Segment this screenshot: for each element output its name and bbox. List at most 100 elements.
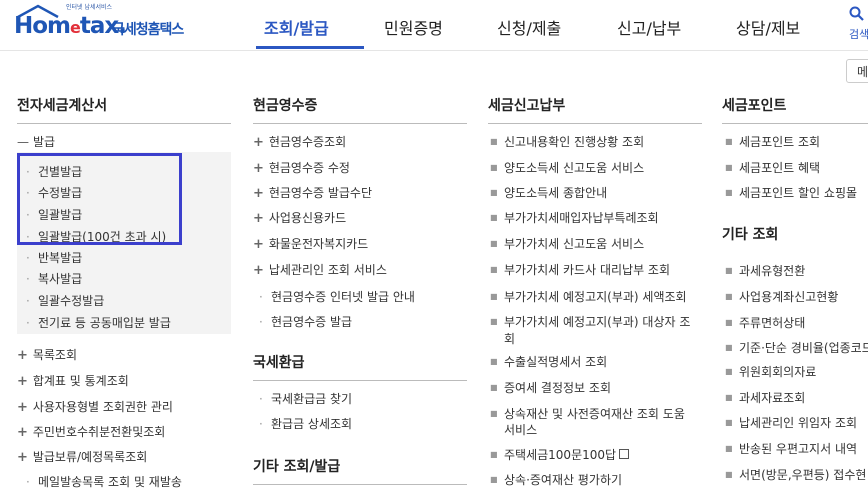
square-bullet-icon: ■ [490, 475, 498, 484]
menu-recurring-issue[interactable]: · 반복발급 [26, 249, 82, 266]
highlight-box [17, 153, 182, 245]
menu-3-3[interactable]: ■ 부가가치세매입자납부특례조회 [490, 209, 659, 226]
col-other-inquiry-issue: 기타 조회/발급 [253, 456, 467, 485]
plus-icon: + [17, 348, 28, 363]
search-button[interactable]: 검색 [845, 4, 868, 44]
menu-cash-receipt-inquiry[interactable]: + 현금영수증조회 [253, 133, 346, 150]
menu-4-0[interactable]: ■ 세금포인트 조회 [725, 133, 820, 150]
menu-4b-2[interactable]: ■ 주류면허상태 [725, 314, 805, 331]
menu-resident-number[interactable]: + 주민번호수취분전환및조회 [17, 423, 165, 440]
plus-icon: + [253, 263, 264, 278]
external-link-icon [619, 449, 630, 459]
dot-icon: · [259, 417, 263, 431]
menu-cash-receipt-edit[interactable]: + 현금영수증 수정 [253, 159, 350, 176]
col-cash-receipt: 현금영수증 [253, 95, 467, 124]
logo-brand: Hometax. [14, 13, 127, 39]
plus-icon: + [253, 186, 264, 201]
menu-online-issue-guide[interactable]: · 현금영수증 인터넷 발급 안내 [259, 288, 415, 305]
menu-user-permission[interactable]: + 사용자용형별 조회권한 관리 [17, 398, 173, 415]
menu-4b-1[interactable]: ■ 사업용계좌신고현황 [725, 288, 838, 305]
menu-3-1[interactable]: ■ 양도소득세 신고도움 서비스 [490, 159, 644, 176]
section-issue[interactable]: — 발급 [17, 133, 55, 150]
square-bullet-icon: ■ [490, 137, 498, 146]
square-bullet-icon: ■ [725, 367, 733, 376]
menu-3-11[interactable]: ■ 주택세금100문100답 [490, 446, 630, 463]
menu-3-10[interactable]: ■ 상속재산 및 사전증여재산 조회 도움 [490, 405, 685, 422]
menu-3-5[interactable]: ■ 부가가치세 카드사 대리납부 조회 [490, 261, 670, 278]
menu-3-8[interactable]: ■ 수출실적명세서 조회 [490, 353, 607, 370]
col4-title2: 기타 조회 [722, 227, 779, 243]
menu-3-0[interactable]: ■ 신고내용확인 진행상황 조회 [490, 133, 644, 150]
search-icon [849, 6, 864, 21]
plus-icon: + [17, 450, 28, 465]
menu-joint-purchase-issue[interactable]: · 전기료 등 공동매입분 발급 [26, 314, 171, 331]
square-bullet-icon: ■ [725, 343, 733, 352]
menu-4b-8[interactable]: ■ 서면(방문,우편등) 접수현 [725, 466, 866, 483]
menu-3-9[interactable]: ■ 증여세 결정정보 조회 [490, 379, 611, 396]
square-bullet-icon: ■ [490, 409, 498, 418]
col-other-inquiry: 기타 조회 [722, 224, 868, 244]
divider [17, 123, 231, 124]
menu-cash-receipt-issue[interactable]: · 현금영수증 발급 [259, 313, 352, 330]
menu-list-inquiry[interactable]: + 목록조회 [17, 346, 77, 363]
menu-4b-4[interactable]: ■ 위원회회의자료 [725, 363, 816, 380]
hometax-logo[interactable]: 인터넷 납세서비스 Hometax. 국세청홈택스 [14, 2, 204, 46]
header: 인터넷 납세서비스 Hometax. 국세청홈택스 조회/발급 민원증명 신청/… [0, 0, 868, 51]
square-bullet-icon: ■ [490, 163, 498, 172]
nav-consult-report[interactable]: 상담/제보 [736, 15, 800, 39]
square-bullet-icon: ■ [490, 239, 498, 248]
dot-icon: · [26, 251, 30, 265]
menu-button[interactable]: 메 [846, 59, 868, 83]
nav-apply-submit[interactable]: 신청/제출 [497, 15, 561, 39]
menu-tax-agent-service[interactable]: + 납세관리인 조회 서비스 [253, 261, 387, 278]
search-label: 검색 [849, 28, 868, 41]
menu-pending-list[interactable]: + 발급보류/예정목록조회 [17, 448, 147, 465]
nav-civil-certificate[interactable]: 민원증명 [384, 15, 443, 39]
menu-cargo-welfare-card[interactable]: + 화물운전자복지카드 [253, 235, 368, 252]
menu-3-12[interactable]: ■ 상속·증여재산 평가하기 [490, 471, 622, 488]
menu-4b-6[interactable]: ■ 납세관리인 위임자 조회 [725, 414, 857, 431]
plus-icon: + [253, 161, 264, 176]
square-bullet-icon: ■ [725, 292, 733, 301]
plus-icon: + [17, 400, 28, 415]
plus-icon: + [17, 425, 28, 440]
col-tax-refund: 국세환급 [253, 352, 467, 381]
menu-3-7[interactable]: ■ 부가가치세 예정고지(부과) 대상자 조 [490, 313, 690, 330]
plus-icon: + [17, 374, 28, 389]
menu-3-6[interactable]: ■ 부가가치세 예정고지(부과) 세액조회 [490, 288, 687, 305]
menu-3-2[interactable]: ■ 양도소득세 종합안내 [490, 184, 607, 201]
col2-title3: 기타 조회/발급 [253, 459, 341, 475]
nav-inquiry-issue[interactable]: 조회/발급 [264, 15, 329, 39]
menu-find-refund[interactable]: · 국세환급금 찾기 [259, 390, 352, 407]
menu-3-10-cont[interactable]: 서비스 [504, 421, 537, 438]
square-bullet-icon: ■ [490, 317, 498, 326]
square-bullet-icon: ■ [490, 450, 498, 459]
dot-icon: · [26, 294, 30, 308]
menu-3-4[interactable]: ■ 부가가치세 신고도움 서비스 [490, 235, 644, 252]
square-bullet-icon: ■ [725, 318, 733, 327]
menu-business-card[interactable]: + 사업용신용카드 [253, 209, 346, 226]
square-bullet-icon: ■ [490, 265, 498, 274]
menu-cash-receipt-method[interactable]: + 현금영수증 발급수단 [253, 184, 372, 201]
nav-report-pay[interactable]: 신고/납부 [617, 15, 681, 39]
menu-4b-5[interactable]: ■ 과세자료조회 [725, 389, 805, 406]
divider [253, 484, 467, 485]
dot-icon: · [259, 290, 263, 304]
dot-icon: · [26, 475, 30, 489]
menu-refund-detail[interactable]: · 환급금 상세조회 [259, 415, 352, 432]
dot-icon: · [259, 315, 263, 329]
menu-summary-stats[interactable]: + 합계표 및 통계조회 [17, 372, 129, 389]
menu-4b-0[interactable]: ■ 과세유형전환 [725, 262, 805, 279]
col-tax-filing: 세금신고납부 [488, 95, 702, 124]
minus-icon: — [17, 135, 29, 149]
menu-copy-issue[interactable]: · 복사발급 [26, 270, 82, 287]
logo-org-name: 국세청홈택스 [112, 22, 184, 38]
menu-bulk-revised-issue[interactable]: · 일괄수정발급 [26, 292, 104, 309]
menu-4-2[interactable]: ■ 세금포인트 할인 쇼핑몰 [725, 184, 857, 201]
menu-4-1[interactable]: ■ 세금포인트 혜택 [725, 159, 820, 176]
menu-4b-7[interactable]: ■ 반송된 우편고지서 내역 [725, 440, 857, 457]
menu-3-7-cont[interactable]: 회 [504, 330, 515, 347]
menu-mail-list[interactable]: · 메일발송목록 조회 및 재발송 [26, 473, 182, 490]
col2-title2: 국세환급 [253, 355, 305, 371]
menu-4b-3[interactable]: ■ 기준·단순 경비율(업종코드 [725, 339, 868, 356]
